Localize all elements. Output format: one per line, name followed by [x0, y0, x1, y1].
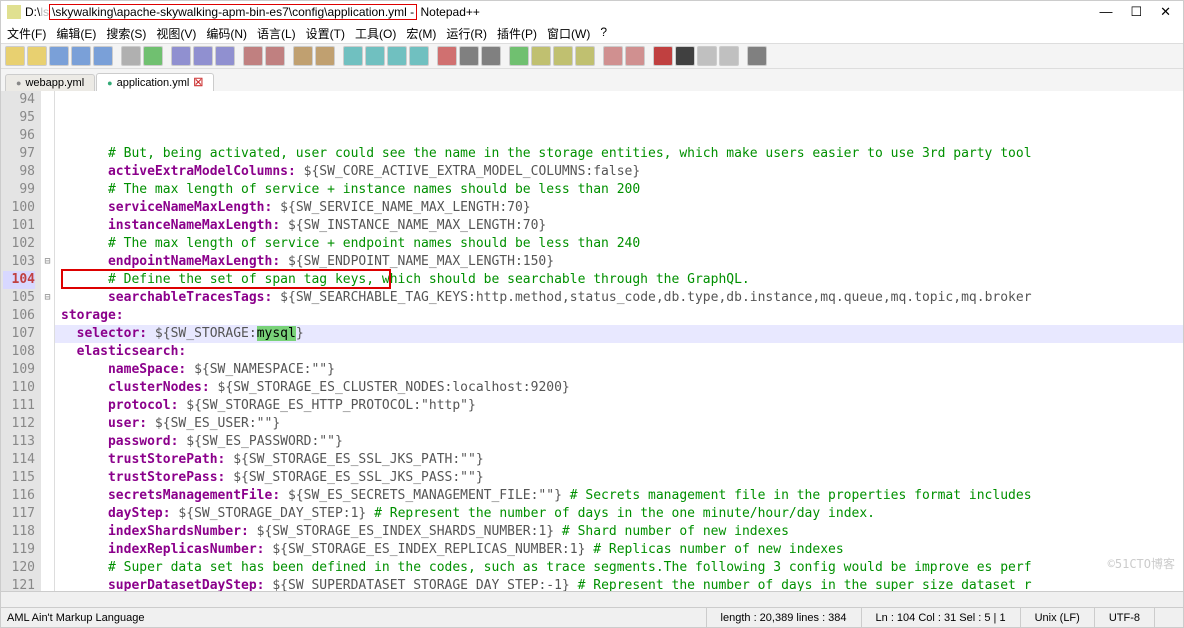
- tab-bar: ●webapp.yml●application.yml☒: [1, 69, 1183, 91]
- code-line[interactable]: # Super data set has been defined in the…: [55, 559, 1183, 577]
- toolbar-button[interactable]: [437, 46, 457, 66]
- window-title: D:\ls\skywalking\apache-skywalking-apm-b…: [25, 4, 1099, 20]
- file-tab[interactable]: ●application.yml☒: [96, 73, 214, 91]
- code-line[interactable]: # The max length of service + endpoint n…: [55, 235, 1183, 253]
- line-gutter: 9495969798991001011021031041051061071081…: [1, 91, 41, 591]
- status-eol: Unix (LF): [1020, 608, 1094, 627]
- minimize-button[interactable]: —: [1099, 4, 1112, 20]
- window-controls: — ☐ ✕: [1099, 4, 1177, 20]
- fold-column[interactable]: ⊟⊟: [41, 91, 55, 591]
- code-line[interactable]: searchableTracesTags: ${SW_SEARCHABLE_TA…: [55, 289, 1183, 307]
- code-line[interactable]: storage:: [55, 307, 1183, 325]
- close-button[interactable]: ✕: [1160, 4, 1171, 20]
- menu-item[interactable]: ?: [600, 25, 607, 41]
- code-line[interactable]: dayStep: ${SW_STORAGE_DAY_STEP:1} # Repr…: [55, 505, 1183, 523]
- code-line[interactable]: instanceNameMaxLength: ${SW_INSTANCE_NAM…: [55, 217, 1183, 235]
- editor-area[interactable]: 9495969798991001011021031041051061071081…: [1, 91, 1183, 591]
- toolbar-button[interactable]: [5, 46, 25, 66]
- status-bar: AML Ain't Markup Language length : 20,38…: [1, 607, 1183, 627]
- code-area[interactable]: # But, being activated, user could see t…: [55, 91, 1183, 591]
- file-tab[interactable]: ●webapp.yml: [5, 74, 95, 91]
- toolbar-button[interactable]: [365, 46, 385, 66]
- code-line[interactable]: trustStorePath: ${SW_STORAGE_ES_SSL_JKS_…: [55, 451, 1183, 469]
- code-line[interactable]: # Define the set of span tag keys, which…: [55, 271, 1183, 289]
- toolbar-button[interactable]: [121, 46, 141, 66]
- menu-item[interactable]: 运行(R): [446, 25, 487, 41]
- close-tab-icon[interactable]: ☒: [193, 76, 203, 89]
- code-line[interactable]: secretsManagementFile: ${SW_ES_SECRETS_M…: [55, 487, 1183, 505]
- code-line[interactable]: # But, being activated, user could see t…: [55, 145, 1183, 163]
- toolbar-button[interactable]: [675, 46, 695, 66]
- toolbar-button[interactable]: [49, 46, 69, 66]
- code-line[interactable]: elasticsearch:: [55, 343, 1183, 361]
- toolbar-button[interactable]: [625, 46, 645, 66]
- toolbar-button[interactable]: [531, 46, 551, 66]
- toolbar-button[interactable]: [509, 46, 529, 66]
- toolbar-button[interactable]: [215, 46, 235, 66]
- code-line[interactable]: password: ${SW_ES_PASSWORD:""}: [55, 433, 1183, 451]
- menu-item[interactable]: 搜索(S): [106, 25, 146, 41]
- code-line[interactable]: activeExtraModelColumns: ${SW_CORE_ACTIV…: [55, 163, 1183, 181]
- menu-item[interactable]: 视图(V): [156, 25, 196, 41]
- menu-item[interactable]: 插件(P): [497, 25, 537, 41]
- toolbar-button[interactable]: [143, 46, 163, 66]
- code-line[interactable]: clusterNodes: ${SW_STORAGE_ES_CLUSTER_NO…: [55, 379, 1183, 397]
- menu-item[interactable]: 工具(O): [355, 25, 396, 41]
- toolbar-button[interactable]: [575, 46, 595, 66]
- menu-item[interactable]: 设置(T): [306, 25, 345, 41]
- code-line[interactable]: superDatasetDayStep: ${SW_SUPERDATASET_S…: [55, 577, 1183, 591]
- menu-item[interactable]: 文件(F): [7, 25, 46, 41]
- maximize-button[interactable]: ☐: [1130, 4, 1142, 20]
- toolbar-button[interactable]: [409, 46, 429, 66]
- toolbar-button[interactable]: [747, 46, 767, 66]
- menu-item[interactable]: 语言(L): [257, 25, 296, 41]
- code-line[interactable]: indexShardsNumber: ${SW_STORAGE_ES_INDEX…: [55, 523, 1183, 541]
- toolbar-button[interactable]: [243, 46, 263, 66]
- code-line[interactable]: user: ${SW_ES_USER:""}: [55, 415, 1183, 433]
- toolbar-button[interactable]: [265, 46, 285, 66]
- title-red-box: \skywalking\apache-skywalking-apm-bin-es…: [49, 4, 417, 20]
- toolbar-button[interactable]: [603, 46, 623, 66]
- toolbar-button[interactable]: [481, 46, 501, 66]
- horizontal-scrollbar[interactable]: [1, 591, 1183, 607]
- toolbar-button[interactable]: [387, 46, 407, 66]
- toolbar-button[interactable]: [459, 46, 479, 66]
- status-lang: AML Ain't Markup Language: [1, 612, 706, 624]
- toolbar: [1, 43, 1183, 69]
- toolbar-button[interactable]: [343, 46, 363, 66]
- status-position: Ln : 104 Col : 31 Sel : 5 | 1: [861, 608, 1020, 627]
- toolbar-button[interactable]: [719, 46, 739, 66]
- toolbar-button[interactable]: [27, 46, 47, 66]
- toolbar-button[interactable]: [653, 46, 673, 66]
- status-length: length : 20,389 lines : 384: [706, 608, 861, 627]
- menu-bar: 文件(F) 编辑(E) 搜索(S) 视图(V) 编码(N) 语言(L) 设置(T) 工具(O)…: [1, 23, 1183, 43]
- toolbar-button[interactable]: [697, 46, 717, 66]
- toolbar-button[interactable]: [315, 46, 335, 66]
- code-line[interactable]: indexReplicasNumber: ${SW_STORAGE_ES_IND…: [55, 541, 1183, 559]
- code-line[interactable]: trustStorePass: ${SW_STORAGE_ES_SSL_JKS_…: [55, 469, 1183, 487]
- status-encoding: UTF-8: [1094, 608, 1154, 627]
- code-line[interactable]: endpointNameMaxLength: ${SW_ENDPOINT_NAM…: [55, 253, 1183, 271]
- toolbar-button[interactable]: [93, 46, 113, 66]
- code-line[interactable]: protocol: ${SW_STORAGE_ES_HTTP_PROTOCOL:…: [55, 397, 1183, 415]
- code-line[interactable]: nameSpace: ${SW_NAMESPACE:""}: [55, 361, 1183, 379]
- toolbar-button[interactable]: [293, 46, 313, 66]
- toolbar-button[interactable]: [171, 46, 191, 66]
- code-line[interactable]: serviceNameMaxLength: ${SW_SERVICE_NAME_…: [55, 199, 1183, 217]
- toolbar-button[interactable]: [553, 46, 573, 66]
- code-line[interactable]: selector: ${SW_STORAGE:mysql}: [55, 325, 1183, 343]
- toolbar-button[interactable]: [193, 46, 213, 66]
- menu-item[interactable]: 编码(N): [206, 25, 247, 41]
- app-window: D:\ls\skywalking\apache-skywalking-apm-b…: [0, 0, 1184, 628]
- code-line[interactable]: # The max length of service + instance n…: [55, 181, 1183, 199]
- menu-item[interactable]: 宏(M): [406, 25, 436, 41]
- toolbar-button[interactable]: [71, 46, 91, 66]
- title-bar: D:\ls\skywalking\apache-skywalking-apm-b…: [1, 1, 1183, 23]
- menu-item[interactable]: 窗口(W): [547, 25, 590, 41]
- menu-item[interactable]: 编辑(E): [56, 25, 96, 41]
- app-icon: [7, 5, 21, 19]
